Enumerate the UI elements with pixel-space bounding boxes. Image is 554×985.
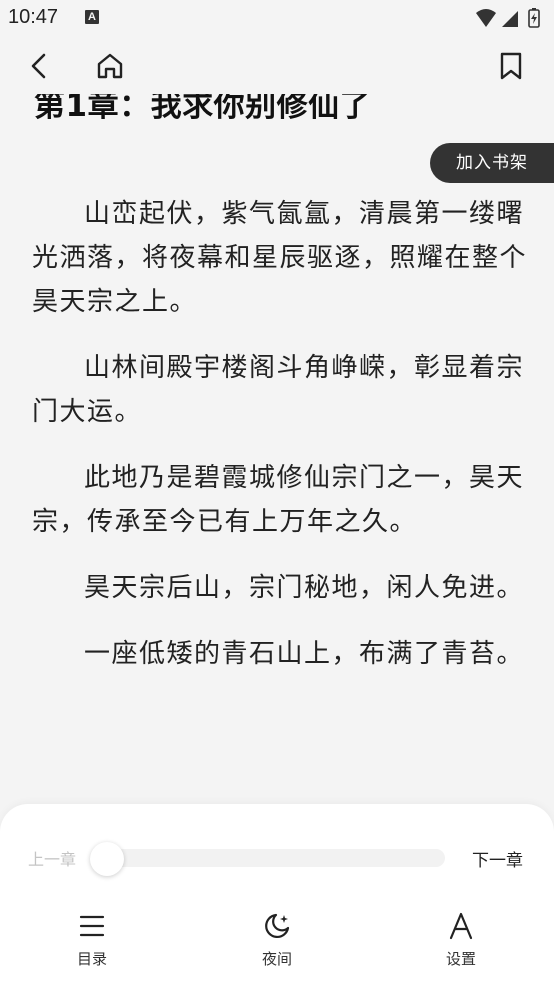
home-icon — [97, 53, 123, 79]
back-arrow-icon — [31, 53, 46, 79]
top-navigation-bar — [0, 38, 554, 94]
paragraph: 昊天宗后山，宗门秘地，闲人免进。 — [84, 573, 525, 603]
prev-chapter-button[interactable]: 上一章 — [28, 846, 76, 870]
chapter-progress-thumb[interactable] — [90, 842, 124, 876]
bookmark-button[interactable] — [495, 50, 527, 82]
reader-control-panel: 上一章 下一章 目录 夜间 设置 — [0, 804, 554, 985]
tab-settings-label: 设置 — [445, 950, 476, 968]
tab-settings[interactable]: 设置 — [416, 912, 506, 969]
tab-night-mode[interactable]: 夜间 — [232, 912, 322, 969]
paragraph: 山林间殿宇楼阁斗角峥嵘，彰显着宗门大运。 — [32, 353, 525, 427]
paragraph: 一座低矮的青石山上，布满了青苔。 — [84, 639, 525, 669]
next-chapter-button[interactable]: 下一章 — [472, 846, 523, 871]
tab-catalog-label: 目录 — [76, 950, 107, 968]
chapter-content: 山峦起伏，紫气氤氲，清晨第一缕曙光洒落，将夜幕和星辰驱逐，照耀在整个昊天宗之上。… — [32, 192, 528, 698]
font-a-icon — [449, 912, 473, 940]
add-to-shelf-button[interactable]: 加入书架 — [430, 143, 554, 183]
paragraph: 此地乃是碧霞城修仙宗门之一，昊天宗，传承至今已有上万年之久。 — [32, 463, 525, 537]
menu-list-icon — [79, 915, 105, 937]
home-button[interactable] — [94, 50, 126, 82]
moon-icon — [265, 913, 290, 938]
tab-night-mode-label: 夜间 — [261, 950, 292, 968]
chapter-progress-track[interactable] — [93, 849, 445, 867]
back-button[interactable] — [24, 50, 56, 82]
tab-catalog[interactable]: 目录 — [47, 912, 137, 969]
bookmark-icon — [500, 52, 522, 80]
paragraph: 山峦起伏，紫气氤氲，清晨第一缕曙光洒落，将夜幕和星辰驱逐，照耀在整个昊天宗之上。 — [32, 199, 528, 317]
